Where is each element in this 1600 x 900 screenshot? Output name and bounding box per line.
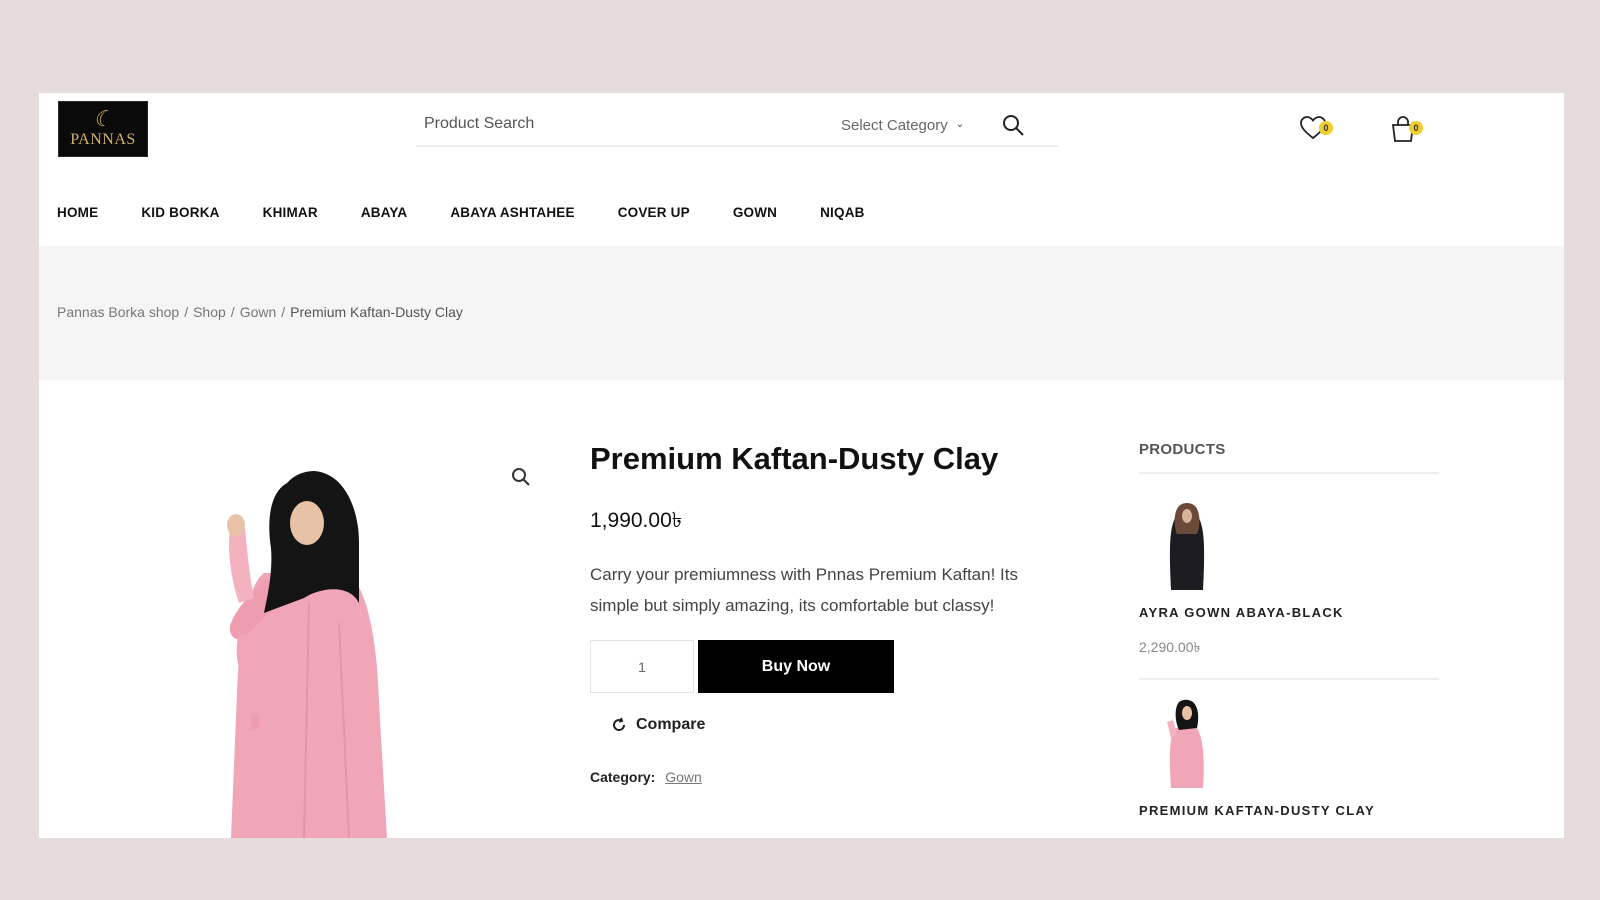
logo-text: PANNAS xyxy=(70,131,136,148)
sidebar-product-item[interactable]: AYRA GOWN ABAYA-BLACK 2,290.00৳ xyxy=(1139,474,1439,680)
search-icon[interactable] xyxy=(1001,113,1025,137)
compare-label: Compare xyxy=(636,716,706,733)
page-frame: ☾ PANNAS Select Category ⌄ 0 0 HOME KID … xyxy=(39,93,1564,838)
breadcrumb-home[interactable]: Pannas Borka shop xyxy=(57,304,179,320)
buy-now-button[interactable]: Buy Now xyxy=(698,640,894,693)
breadcrumb-band: Pannas Borka shop / Shop / Gown / Premiu… xyxy=(39,246,1564,380)
sidebar-product-price: 2,290.00৳ xyxy=(1139,639,1201,655)
category-link[interactable]: Gown xyxy=(665,769,702,785)
wishlist-button[interactable]: 0 xyxy=(1299,115,1333,145)
breadcrumb-separator: / xyxy=(230,304,235,320)
category-select[interactable]: Select Category ⌄ xyxy=(841,117,964,134)
breadcrumb-separator: / xyxy=(184,304,189,320)
cart-button[interactable]: 0 xyxy=(1389,115,1423,145)
product-thumbnail[interactable] xyxy=(1157,698,1217,788)
sidebar-heading: PRODUCTS xyxy=(1139,441,1439,474)
nav-gown[interactable]: GOWN xyxy=(733,205,777,220)
breadcrumb-shop[interactable]: Shop xyxy=(193,304,226,320)
breadcrumb-current: Premium Kaftan-Dusty Clay xyxy=(290,304,463,320)
sidebar-product-item[interactable]: PREMIUM KAFTAN-DUSTY CLAY xyxy=(1139,680,1439,818)
category-select-label: Select Category xyxy=(841,117,948,134)
products-sidebar: PRODUCTS AYRA GOWN ABAYA-BLACK 2,290.00৳… xyxy=(1139,441,1439,818)
search-input[interactable] xyxy=(424,110,824,138)
product-thumbnail[interactable] xyxy=(1157,500,1217,590)
category-label: Category: xyxy=(590,769,656,785)
chevron-down-icon: ⌄ xyxy=(955,119,965,130)
breadcrumb-gown[interactable]: Gown xyxy=(240,304,277,320)
product-price: 1,990.00৳ xyxy=(590,509,683,532)
breadcrumb: Pannas Borka shop / Shop / Gown / Premiu… xyxy=(57,304,463,320)
nav-abaya-ashtahee[interactable]: ABAYA ASHTAHEE xyxy=(450,205,574,220)
product-category: Category: Gown xyxy=(590,769,702,785)
search-bar: Select Category ⌄ xyxy=(416,101,1058,147)
nav-niqab[interactable]: NIQAB xyxy=(820,205,865,220)
wishlist-count-badge: 0 xyxy=(1319,121,1333,135)
nav-khimar[interactable]: KHIMAR xyxy=(263,205,318,220)
logo-mark-icon: ☾ xyxy=(93,107,113,132)
nav-home[interactable]: HOME xyxy=(57,205,98,220)
sidebar-product-name[interactable]: PREMIUM KAFTAN-DUSTY CLAY xyxy=(1139,803,1439,818)
quantity-input[interactable] xyxy=(590,640,694,693)
site-logo[interactable]: ☾ PANNAS xyxy=(58,101,148,157)
compare-button[interactable]: Compare xyxy=(611,716,705,734)
sidebar-product-name[interactable]: AYRA GOWN ABAYA-BLACK xyxy=(1139,605,1439,620)
breadcrumb-separator: / xyxy=(281,304,286,320)
refresh-icon xyxy=(613,717,626,731)
nav-abaya[interactable]: ABAYA xyxy=(361,205,408,220)
nav-kid-borka[interactable]: KID BORKA xyxy=(141,205,219,220)
cart-count-badge: 0 xyxy=(1409,121,1423,135)
product-title: Premium Kaftan-Dusty Clay xyxy=(590,441,999,476)
main-nav: HOME KID BORKA KHIMAR ABAYA ABAYA ASHTAH… xyxy=(57,205,908,220)
product-image[interactable] xyxy=(209,453,409,838)
nav-cover-up[interactable]: COVER UP xyxy=(618,205,690,220)
zoom-icon[interactable] xyxy=(509,465,533,489)
product-description: Carry your premiumness with Pnnas Premiu… xyxy=(590,565,1018,615)
